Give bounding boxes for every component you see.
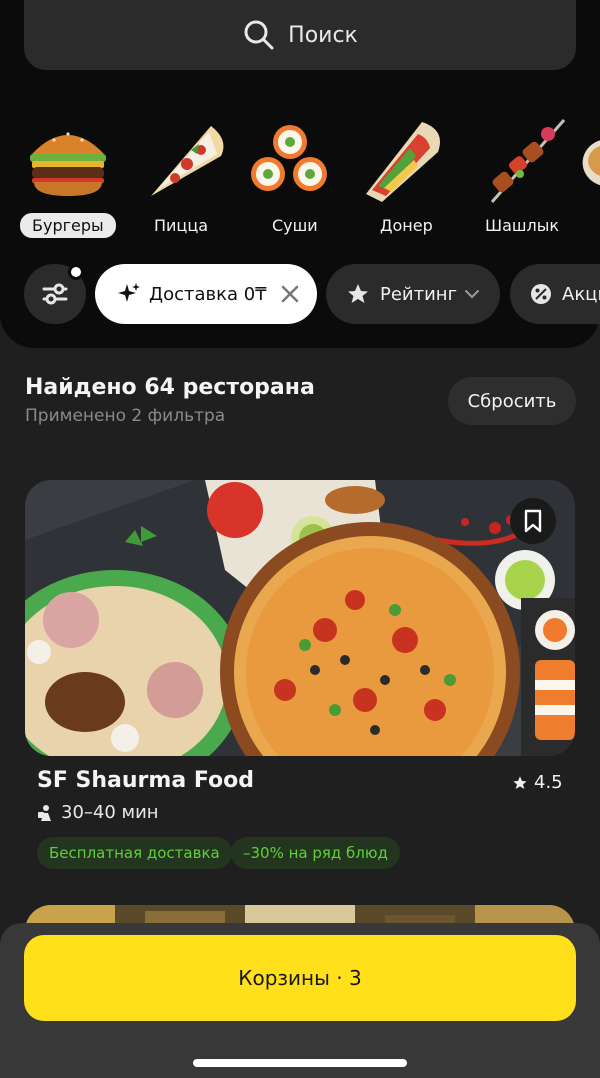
category-pizza[interactable]: Пицца [131, 110, 231, 242]
sparkle-icon [118, 283, 140, 302]
search-bar[interactable]: Поиск [24, 0, 576, 70]
results-title: Найдено 64 ресторана [25, 375, 315, 400]
chip-rating[interactable]: Рейтинг [326, 264, 500, 324]
filter-settings-icon [42, 283, 68, 305]
category-partial[interactable] [575, 110, 600, 242]
search-label: Поиск [288, 22, 358, 48]
chip-promo[interactable]: Акции [510, 264, 600, 324]
courier-icon [38, 804, 51, 821]
home-indicator[interactable] [193, 1059, 407, 1067]
results-subtitle: Применено 2 фильтра [25, 406, 226, 426]
chevron-down-icon [465, 290, 480, 299]
chip-rating-label: Рейтинг [380, 283, 458, 305]
bookmark-button[interactable] [510, 498, 556, 544]
badge-free-delivery: Бесплатная доставка [37, 837, 232, 869]
badge-discount: –30% на ряд блюд [231, 837, 400, 869]
discount-icon [531, 284, 551, 304]
close-icon[interactable] [281, 285, 299, 303]
category-scroller: Бургеры Пицца Суши Донер Шашлык [0, 110, 600, 250]
chip-delivery-label: Доставка 0₸ [149, 283, 267, 305]
restaurant-food-photo [25, 480, 575, 756]
category-label: Суши [272, 216, 318, 235]
category-shashlik[interactable]: Шашлык [470, 110, 570, 242]
category-label: Шашлык [485, 216, 560, 235]
category-label: Бургеры [20, 213, 116, 238]
bookmark-icon [524, 509, 542, 533]
burger-icon [30, 132, 106, 196]
restaurant-name[interactable]: SF Shaurma Food [37, 768, 254, 793]
bottom-panel: Корзины · 3 [0, 923, 600, 1078]
category-sushi[interactable]: Суши [236, 110, 336, 242]
search-icon [244, 20, 274, 50]
doner-icon [366, 122, 440, 202]
delivery-time: 30–40 мин [37, 802, 159, 823]
chip-delivery[interactable]: Доставка 0₸ [95, 264, 317, 324]
active-filter-dot [68, 264, 84, 280]
star-icon [513, 775, 527, 789]
shashlik-icon [490, 119, 566, 203]
category-label: Пицца [154, 216, 209, 235]
restaurant-image[interactable] [25, 480, 575, 756]
category-label: Донер [380, 216, 433, 235]
filter-chips: Доставка 0₸ Рейтинг Акции [24, 264, 600, 326]
restaurant-rating: 4.5 [512, 772, 563, 793]
star-icon [348, 284, 368, 303]
reset-filters-button[interactable]: Сбросить [448, 377, 576, 425]
delivery-time-value: 30–40 мин [61, 802, 159, 823]
chip-promo-label: Акции [562, 283, 600, 305]
sushi-icon [251, 125, 327, 191]
category-doner[interactable]: Донер [348, 110, 448, 242]
pizza-icon [151, 126, 224, 196]
rating-value: 4.5 [534, 772, 563, 793]
category-burgers[interactable]: Бургеры [14, 110, 116, 242]
cart-button[interactable]: Корзины · 3 [24, 935, 576, 1021]
soup-icon [582, 140, 600, 186]
